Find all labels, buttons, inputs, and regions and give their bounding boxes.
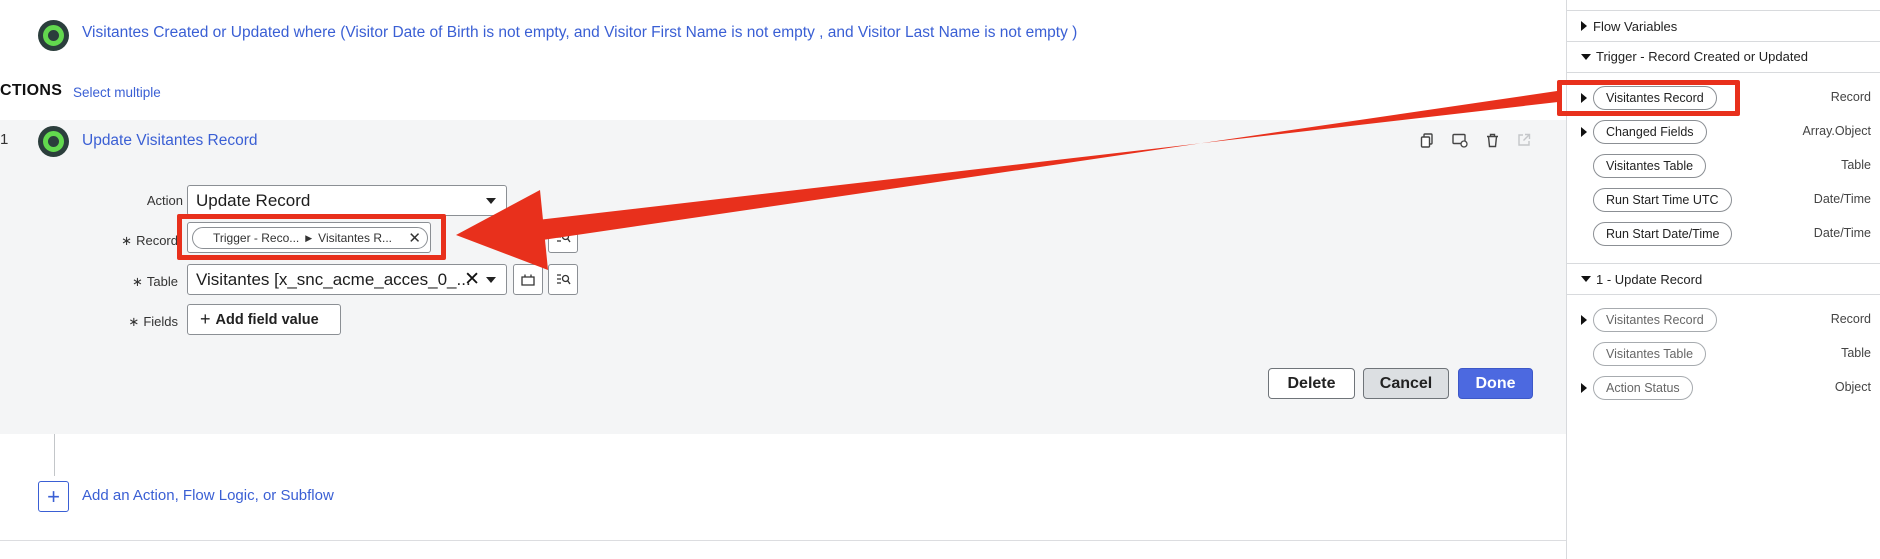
clear-icon[interactable]: ✕ [464,268,480,291]
trash-icon[interactable] [1483,131,1501,149]
chevron-down-icon [486,277,496,283]
add-step-link[interactable]: Add an Action, Flow Logic, or Subflow [82,487,334,504]
record-script-button[interactable] [513,222,543,253]
data-type: Record [1830,312,1871,326]
table-label: ∗ Table [132,274,178,289]
target-highlight-box [177,214,446,260]
source-highlight-box [1557,80,1740,116]
action-node-icon [38,126,69,157]
caret-right-icon [1581,21,1587,31]
table-select-value: Visitantes [x_snc_acme_acces_0_... [196,270,471,289]
trigger-section[interactable]: Trigger - Record Created or Updated [1567,41,1880,73]
add-field-value-button[interactable]: + Add field value [187,304,341,335]
update-record-section[interactable]: 1 - Update Record [1567,263,1880,295]
flow-variables-section[interactable]: Flow Variables [1567,10,1880,42]
delete-button[interactable]: Delete [1268,368,1355,399]
caret-down-icon [1581,53,1591,60]
cancel-button[interactable]: Cancel [1363,368,1449,399]
data-pill[interactable]: Visitantes Table [1593,154,1707,178]
actions-heading: CTIONS [0,82,63,99]
step-number: 1 [0,131,9,148]
chevron-down-icon [486,198,496,204]
action-label: Action [146,193,183,208]
data-pill[interactable]: Run Start Date/Time [1593,222,1733,246]
record-label: ∗ Record [121,233,178,248]
table-select[interactable]: Visitantes [x_snc_acme_acces_0_... ✕ [187,264,507,295]
data-pill-row[interactable]: Run Start Date/Time Date/Time [1567,220,1880,248]
data-pill-row[interactable]: Visitantes Record Record [1567,306,1880,334]
divider [0,540,1566,541]
data-pill-row[interactable]: Run Start Time UTC Date/Time [1567,186,1880,214]
done-button[interactable]: Done [1458,368,1533,399]
data-pill-row[interactable]: Action Status Object [1567,374,1880,402]
table-script-button[interactable] [513,264,543,295]
open-external-icon [1515,131,1533,149]
data-pill-row[interactable]: Visitantes Table Table [1567,152,1880,180]
data-type: Date/Time [1813,192,1871,206]
data-type: Object [1834,380,1871,394]
comment-settings-icon[interactable] [1451,131,1469,149]
trigger-condition-link[interactable]: Visitantes Created or Updated where (Vis… [82,24,1077,42]
plus-icon: + [200,309,211,329]
action-select[interactable]: Update Record [187,185,507,216]
data-pill[interactable]: Changed Fields [1593,120,1707,144]
data-type: Array.Object [1802,124,1871,138]
caret-right-icon[interactable] [1581,383,1587,393]
caret-right-icon[interactable] [1581,127,1587,137]
caret-right-icon[interactable] [1581,315,1587,325]
select-multiple-link[interactable]: Select multiple [73,85,161,100]
copy-icon[interactable] [1418,131,1436,149]
data-type: Date/Time [1813,226,1871,240]
data-pill[interactable]: Visitantes Table [1593,342,1707,366]
fields-label: ∗ Fields [128,314,178,329]
action-title-link[interactable]: Update Visitantes Record [82,132,257,150]
add-step-button[interactable]: + [38,481,69,512]
trigger-node-icon [38,18,69,52]
data-type: Table [1841,158,1871,172]
data-pill-row[interactable]: Visitantes Table Table [1567,340,1880,368]
flow-connector [54,434,55,476]
data-pill[interactable]: Action Status [1593,376,1693,400]
data-pill[interactable]: Run Start Time UTC [1593,188,1732,212]
caret-down-icon [1581,276,1591,282]
action-select-value: Update Record [196,191,311,210]
data-pill[interactable]: Visitantes Record [1593,308,1717,332]
data-type: Record [1830,90,1871,104]
record-data-picker-button[interactable] [548,222,578,253]
table-data-picker-button[interactable] [548,264,578,295]
data-pill-row[interactable]: Changed Fields Array.Object [1567,118,1880,146]
data-type: Table [1841,346,1871,360]
